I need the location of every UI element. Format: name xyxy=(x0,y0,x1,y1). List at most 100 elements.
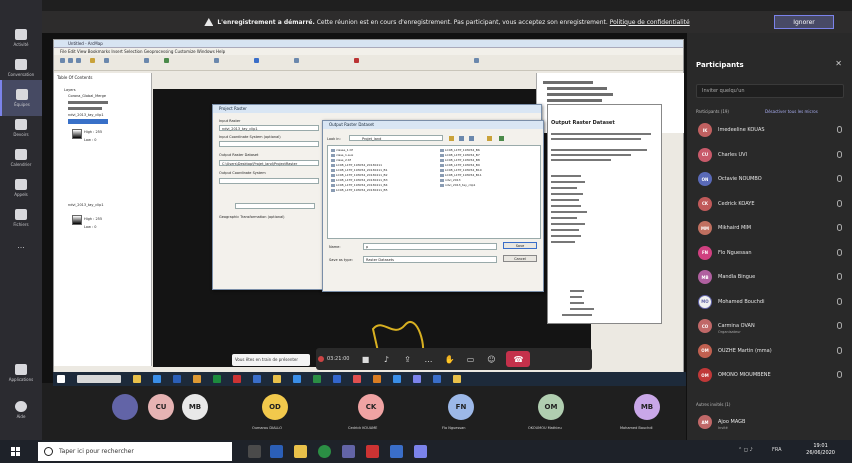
participant-row[interactable]: AM Ajoo MAGB Invité xyxy=(696,413,846,433)
invite-input[interactable]: Inviter quelqu'un xyxy=(696,84,844,98)
participant-row[interactable]: OM OMONO MIOUMBENE xyxy=(696,366,846,386)
participant-row[interactable]: MM Mikhaird MIM xyxy=(696,219,846,239)
hangup-button[interactable]: ☎ xyxy=(506,351,531,367)
tray-icons[interactable]: ⌃ ◻ ♪ xyxy=(738,447,753,453)
app-taskbar-icon[interactable] xyxy=(414,445,427,458)
participant-row[interactable]: ON Octavie NOUMBO xyxy=(696,170,846,190)
rail-item-more[interactable]: ... xyxy=(0,226,42,262)
mic-icon[interactable] xyxy=(837,273,842,280)
toolbar-icon[interactable] xyxy=(60,58,65,63)
mic-icon[interactable] xyxy=(837,248,842,256)
chrome-icon[interactable] xyxy=(318,445,331,458)
invited-section-header[interactable]: Autres invités (1) xyxy=(696,402,730,407)
app-taskbar-icon[interactable] xyxy=(390,445,403,458)
file-list[interactable]: classe_1.tif class_1.aux class_2.tif LC08_L… xyxy=(327,145,541,239)
mic-icon[interactable] xyxy=(837,224,842,231)
file-item[interactable]: ndvi_2013 xyxy=(440,179,461,182)
toolbar-icon[interactable] xyxy=(474,58,479,63)
mute-all-link[interactable]: Désactiver tous les micros xyxy=(765,109,818,114)
participant-tile[interactable]: OM xyxy=(538,394,564,420)
output-raster-field[interactable]: C:\Users\Desktop\Projet_land\ProjectRast… xyxy=(219,160,319,166)
windows-start-icon[interactable] xyxy=(11,447,20,456)
toolbar-icon[interactable] xyxy=(354,58,359,63)
store-icon[interactable] xyxy=(270,445,283,458)
participant-tile[interactable]: FN xyxy=(448,394,474,420)
share-icon[interactable]: ⇪ xyxy=(398,350,416,368)
mic-icon[interactable]: ♪ xyxy=(377,350,395,368)
participant-row[interactable]: MO Mohamed Bouchdi xyxy=(696,293,846,313)
participant-tile[interactable]: MB xyxy=(634,394,660,420)
toolbar-icon[interactable] xyxy=(214,58,219,63)
toolbar-icon[interactable] xyxy=(90,58,95,63)
participant-row[interactable]: MB Mandla Bingue xyxy=(696,268,846,288)
toolbar-icon[interactable] xyxy=(254,58,259,63)
home-icon[interactable] xyxy=(459,136,464,141)
transform-field[interactable] xyxy=(235,203,315,209)
file-item[interactable]: LC08_L1TP_193054_B7 xyxy=(440,154,480,157)
mic-icon[interactable] xyxy=(837,175,842,182)
file-item[interactable]: LC08_L1TP_193054_20130411 xyxy=(331,164,382,167)
save-button[interactable]: Save xyxy=(503,242,537,249)
participant-tile[interactable]: OD xyxy=(262,394,288,420)
participant-row[interactable]: CO Carmina OVAN Organisateur xyxy=(696,317,846,337)
connect-icon[interactable] xyxy=(499,136,504,141)
file-item[interactable]: LC08_L1TP_193054_B8 xyxy=(440,159,480,162)
coord-field[interactable] xyxy=(219,141,319,147)
file-item[interactable]: classe_1.tif xyxy=(331,149,353,152)
mic-icon[interactable] xyxy=(837,322,842,329)
toolbar-icon[interactable] xyxy=(294,58,299,63)
participant-tile[interactable]: CK xyxy=(358,394,384,420)
input-raster-field[interactable]: ndvi_2013_tay_clip1 xyxy=(219,125,319,131)
out-coord-field[interactable] xyxy=(219,178,319,184)
file-item[interactable]: LC08_L1TP_193054_20130411_B1 xyxy=(331,169,388,172)
ignore-button[interactable]: Ignorer xyxy=(774,15,834,29)
rail-item-help[interactable]: Aide xyxy=(0,392,42,428)
file-item[interactable]: LC08_L1TP_193054_B9 xyxy=(440,164,480,167)
participant-row[interactable]: FN Flo Nguessan xyxy=(696,244,846,264)
participant-tile[interactable]: MB xyxy=(182,394,208,420)
mic-icon[interactable] xyxy=(837,346,842,354)
file-item[interactable]: LC08_L1TP_193054_20130411_B3 xyxy=(331,179,388,182)
mic-icon[interactable] xyxy=(837,126,842,133)
language-indicator[interactable]: FRA xyxy=(772,447,782,453)
mic-icon[interactable] xyxy=(837,199,842,207)
camera-icon[interactable]: ■ xyxy=(356,350,374,368)
selected-layer[interactable] xyxy=(68,119,108,124)
task-view-icon[interactable] xyxy=(248,445,261,458)
file-explorer-icon[interactable] xyxy=(294,445,307,458)
rail-item-apps[interactable]: Applications xyxy=(0,355,42,391)
clock[interactable]: 19:01 26/06/2020 xyxy=(806,443,835,457)
file-item[interactable]: class_2.tif xyxy=(331,159,351,162)
up-folder-icon[interactable] xyxy=(449,136,454,141)
save-type-select[interactable]: Raster Datasets xyxy=(363,256,497,263)
new-folder-icon[interactable] xyxy=(487,136,492,141)
close-icon[interactable]: ✕ xyxy=(835,59,842,68)
hand-icon[interactable]: ✋ xyxy=(440,350,458,368)
participants-section-header[interactable]: Participants (19) xyxy=(696,109,729,114)
view-icon[interactable] xyxy=(469,136,474,141)
file-item[interactable]: LC08_L1TP_193054_20130411_B2 xyxy=(331,174,388,177)
save-cancel-button[interactable]: Cancel xyxy=(503,255,537,262)
mic-icon[interactable] xyxy=(837,371,842,378)
participant-tile[interactable] xyxy=(112,394,138,420)
arcmap-menu[interactable]: File Edit View Bookmarks Insert Selectio… xyxy=(54,48,683,55)
file-item[interactable]: LC08_L1TP_193054_20130411_B5 xyxy=(331,189,388,192)
mic-icon[interactable] xyxy=(837,297,842,305)
toolbar-icon[interactable] xyxy=(68,58,73,63)
participants-icon[interactable]: ☺ xyxy=(482,350,500,368)
file-item[interactable]: LC08_L1TP_193054_B6 xyxy=(440,149,480,152)
toolbar-icon[interactable] xyxy=(104,58,109,63)
name-input[interactable]: p xyxy=(363,243,497,250)
participant-row[interactable]: CU Charles UVI xyxy=(696,146,846,166)
file-item[interactable]: LC08_L1TP_193054_B11 xyxy=(440,174,482,177)
look-in-select[interactable]: Projet_land xyxy=(349,135,443,141)
toolbar-icon[interactable] xyxy=(76,58,81,63)
file-item[interactable]: LC08_L1TP_193054_20130411_B4 xyxy=(331,184,388,187)
more-icon[interactable]: … xyxy=(419,350,437,368)
participant-row[interactable]: CK Cedrick KOAYE xyxy=(696,195,846,215)
file-item[interactable]: LC08_L1TP_193054_B10 xyxy=(440,169,482,172)
file-item[interactable]: class_1.aux xyxy=(331,154,353,157)
chat-icon[interactable]: ▭ xyxy=(461,350,479,368)
mic-icon[interactable] xyxy=(837,150,842,158)
privacy-link[interactable]: Politique de confidentialité xyxy=(610,19,690,26)
